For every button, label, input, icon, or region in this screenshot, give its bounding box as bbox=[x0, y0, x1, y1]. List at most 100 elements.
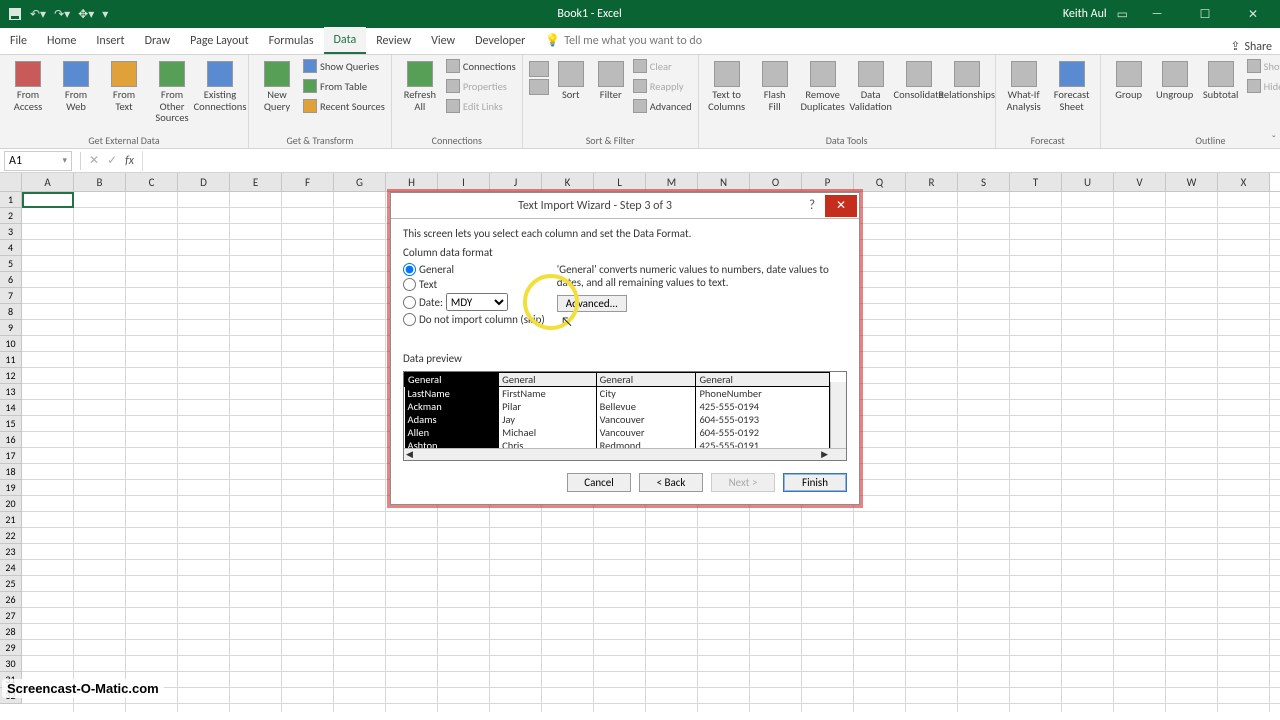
forecast-sheet-button[interactable]: ForecastSheet bbox=[1050, 57, 1094, 112]
column-header[interactable]: P bbox=[802, 173, 854, 191]
active-cell[interactable] bbox=[22, 192, 74, 208]
dialog-help-icon[interactable]: ? bbox=[799, 198, 825, 213]
save-icon[interactable] bbox=[8, 7, 22, 21]
data-validation-button[interactable]: DataValidation bbox=[849, 57, 893, 112]
column-header[interactable]: R bbox=[906, 173, 958, 191]
row-header[interactable]: 12 bbox=[0, 368, 22, 384]
row-header[interactable]: 18 bbox=[0, 464, 22, 480]
tab-view[interactable]: View bbox=[421, 27, 465, 54]
ribbon-options-icon[interactable]: ▭ bbox=[1117, 7, 1128, 22]
touch-mode-icon[interactable]: ✥▾ bbox=[78, 7, 94, 22]
dialog-close-icon[interactable]: ✕ bbox=[825, 195, 857, 217]
row-header[interactable]: 20 bbox=[0, 496, 22, 512]
close-button[interactable]: ✕ bbox=[1234, 2, 1272, 26]
radio-text[interactable]: Text bbox=[403, 278, 545, 291]
user-name[interactable]: Keith Aul bbox=[1063, 7, 1107, 21]
relationships-button[interactable]: Relationships bbox=[945, 57, 989, 101]
tab-formulas[interactable]: Formulas bbox=[259, 27, 324, 54]
show-queries-button[interactable]: Show Queries bbox=[303, 57, 385, 75]
column-header[interactable]: K bbox=[542, 173, 594, 191]
column-header[interactable]: G bbox=[334, 173, 386, 191]
row-header[interactable]: 29 bbox=[0, 640, 22, 656]
preview-column-header[interactable]: General bbox=[696, 373, 830, 387]
qat-customize-icon[interactable]: ▾ bbox=[102, 7, 108, 22]
subtotal-button[interactable]: Subtotal bbox=[1199, 57, 1243, 101]
from-other-sources-button[interactable]: From OtherSources bbox=[150, 57, 194, 124]
row-header[interactable]: 28 bbox=[0, 624, 22, 640]
column-header[interactable]: N bbox=[698, 173, 750, 191]
row-header[interactable]: 5 bbox=[0, 256, 22, 272]
flash-fill-button[interactable]: FlashFill bbox=[753, 57, 797, 112]
tell-me[interactable]: 💡Tell me what you want to do bbox=[535, 27, 712, 54]
column-header[interactable]: O bbox=[750, 173, 802, 191]
tab-review[interactable]: Review bbox=[366, 27, 421, 54]
what-if-analysis-button[interactable]: What-IfAnalysis bbox=[1002, 57, 1046, 112]
group-button[interactable]: Group bbox=[1107, 57, 1151, 101]
row-header[interactable]: 25 bbox=[0, 576, 22, 592]
row-header[interactable]: 6 bbox=[0, 272, 22, 288]
row-header[interactable]: 15 bbox=[0, 416, 22, 432]
column-header[interactable]: L bbox=[594, 173, 646, 191]
column-header[interactable]: B bbox=[74, 173, 126, 191]
tab-insert[interactable]: Insert bbox=[86, 27, 134, 54]
row-header[interactable]: 8 bbox=[0, 304, 22, 320]
row-header[interactable]: 3 bbox=[0, 224, 22, 240]
tab-draw[interactable]: Draw bbox=[135, 27, 181, 54]
preview-column-header[interactable]: General bbox=[596, 373, 696, 387]
tab-home[interactable]: Home bbox=[37, 27, 86, 54]
column-header[interactable]: A bbox=[22, 173, 74, 191]
row-header[interactable]: 30 bbox=[0, 656, 22, 672]
sort-desc-icon[interactable] bbox=[529, 79, 549, 95]
column-header[interactable]: W bbox=[1166, 173, 1218, 191]
row-header[interactable]: 16 bbox=[0, 432, 22, 448]
row-header[interactable]: 9 bbox=[0, 320, 22, 336]
new-query-button[interactable]: New Query bbox=[255, 57, 299, 112]
collapse-ribbon-icon[interactable]: ˇ bbox=[1272, 133, 1276, 146]
name-box[interactable]: A1▾ bbox=[4, 151, 72, 171]
maximize-button[interactable]: ☐ bbox=[1186, 2, 1224, 26]
tab-page-layout[interactable]: Page Layout bbox=[180, 27, 258, 54]
remove-duplicates-button[interactable]: RemoveDuplicates bbox=[801, 57, 845, 112]
undo-icon[interactable]: ↶▾ bbox=[30, 7, 46, 22]
redo-icon[interactable]: ↷▾ bbox=[54, 7, 70, 22]
insert-function-icon[interactable]: fx bbox=[121, 154, 138, 168]
column-header[interactable]: E bbox=[230, 173, 282, 191]
column-header[interactable]: I bbox=[438, 173, 490, 191]
column-header[interactable]: U bbox=[1062, 173, 1114, 191]
row-header[interactable]: 17 bbox=[0, 448, 22, 464]
row-header[interactable]: 19 bbox=[0, 480, 22, 496]
cancel-button[interactable]: Cancel bbox=[567, 473, 631, 492]
column-header[interactable]: M bbox=[646, 173, 698, 191]
row-header[interactable]: 4 bbox=[0, 240, 22, 256]
column-header[interactable]: Q bbox=[854, 173, 906, 191]
refresh-all-button[interactable]: Refresh All bbox=[398, 57, 442, 112]
from-access-button[interactable]: FromAccess bbox=[6, 57, 50, 112]
column-header[interactable]: V bbox=[1114, 173, 1166, 191]
finish-button[interactable]: Finish bbox=[783, 473, 847, 492]
column-header[interactable]: D bbox=[178, 173, 230, 191]
row-header[interactable]: 11 bbox=[0, 352, 22, 368]
tab-file[interactable]: File bbox=[0, 27, 37, 54]
sort-button[interactable]: Sort bbox=[553, 57, 589, 101]
from-web-button[interactable]: FromWeb bbox=[54, 57, 98, 112]
recent-sources-button[interactable]: Recent Sources bbox=[303, 97, 385, 115]
back-button[interactable]: < Back bbox=[639, 473, 703, 492]
column-header[interactable]: S bbox=[958, 173, 1010, 191]
column-header[interactable]: F bbox=[282, 173, 334, 191]
row-header[interactable]: 13 bbox=[0, 384, 22, 400]
data-preview[interactable]: GeneralGeneralGeneralGeneralLastNameFirs… bbox=[403, 371, 847, 461]
radio-skip[interactable]: Do not import column (skip) bbox=[403, 313, 545, 326]
row-header[interactable]: 21 bbox=[0, 512, 22, 528]
from-text-button[interactable]: FromText bbox=[102, 57, 146, 112]
column-header[interactable]: T bbox=[1010, 173, 1062, 191]
row-header[interactable]: 1 bbox=[0, 192, 22, 208]
preview-h-scrollbar[interactable]: ◀▶ bbox=[404, 448, 846, 460]
row-header[interactable]: 7 bbox=[0, 288, 22, 304]
text-to-columns-button[interactable]: Text toColumns bbox=[705, 57, 749, 112]
row-header[interactable]: 26 bbox=[0, 592, 22, 608]
preview-v-scrollbar[interactable] bbox=[830, 382, 846, 448]
from-table-button[interactable]: From Table bbox=[303, 77, 385, 95]
consolidate-button[interactable]: Consolidate bbox=[897, 57, 941, 101]
radio-general[interactable]: General bbox=[403, 263, 545, 276]
column-header[interactable]: H bbox=[386, 173, 438, 191]
